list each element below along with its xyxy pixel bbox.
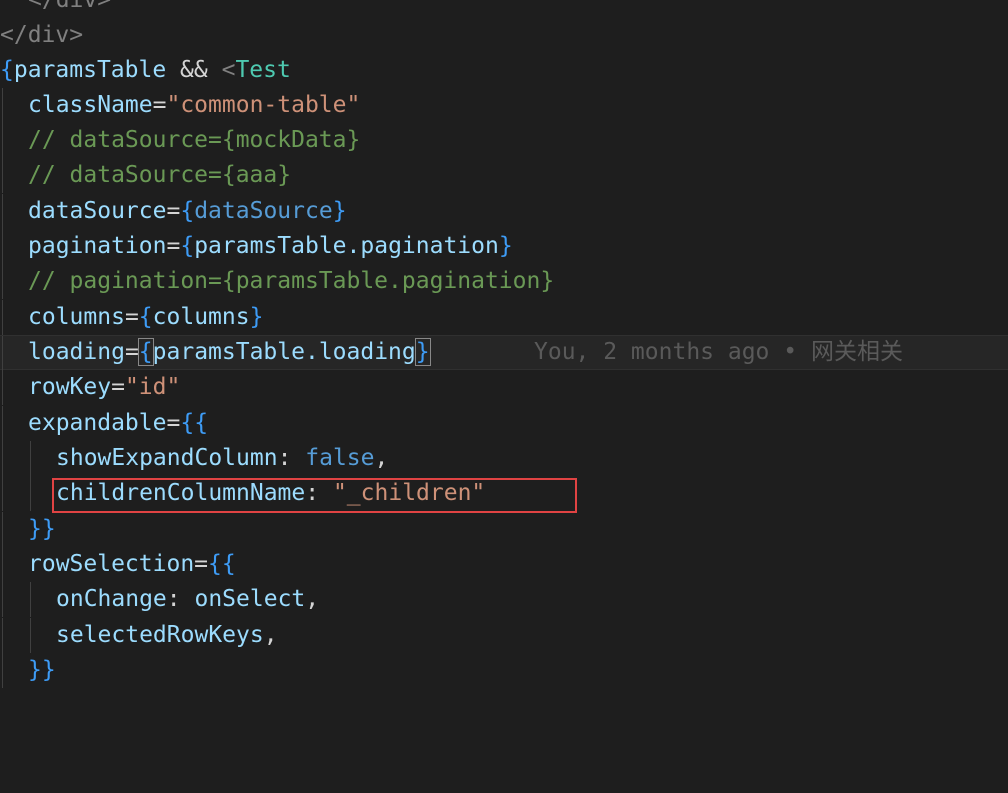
code-line-current: loading={paramsTable.loading} You, 2 mon… (0, 335, 1008, 371)
code-line: }} (0, 653, 1008, 688)
code-line: showExpandColumn: false, (0, 441, 1008, 476)
comment: // pagination={paramsTable.pagination} (28, 268, 555, 294)
code-line: // dataSource={aaa} (0, 158, 1008, 193)
code-line: rowSelection={{ (0, 547, 1008, 582)
code-line: }} (0, 512, 1008, 547)
annotation-highlight-box (52, 478, 577, 513)
closing-div-tag: </div> (28, 0, 112, 13)
code-line: expandable={{ (0, 406, 1008, 441)
code-line: </div> (0, 18, 1008, 53)
git-blame-annotation: You, 2 months ago • 网关相关 (534, 339, 903, 365)
code-line: onChange: onSelect, (0, 582, 1008, 617)
code-line: </div> (0, 0, 1008, 18)
code-line: pagination={paramsTable.pagination} (0, 229, 1008, 264)
bracket-match: } (414, 338, 431, 366)
code-line: selectedRowKeys, (0, 618, 1008, 653)
code-editor[interactable]: </div> </div> {paramsTable && <Test clas… (0, 0, 1008, 698)
code-line: className="common-table" (0, 88, 1008, 123)
code-line: {paramsTable && <Test (0, 57, 291, 83)
comment: // dataSource={aaa} (28, 162, 292, 188)
bracket-match: { (137, 338, 154, 366)
component-name: Test (235, 57, 291, 83)
code-line: dataSource={dataSource} (0, 194, 1008, 229)
identifier: paramsTable (13, 57, 167, 83)
code-line: columns={columns} (0, 300, 1008, 335)
code-line: rowKey="id" (0, 370, 1008, 405)
code-line: // pagination={paramsTable.pagination} (0, 264, 1008, 299)
closing-div-tag: </div> (0, 22, 84, 48)
code-line: // dataSource={mockData} (0, 123, 1008, 158)
comment: // dataSource={mockData} (28, 127, 361, 153)
